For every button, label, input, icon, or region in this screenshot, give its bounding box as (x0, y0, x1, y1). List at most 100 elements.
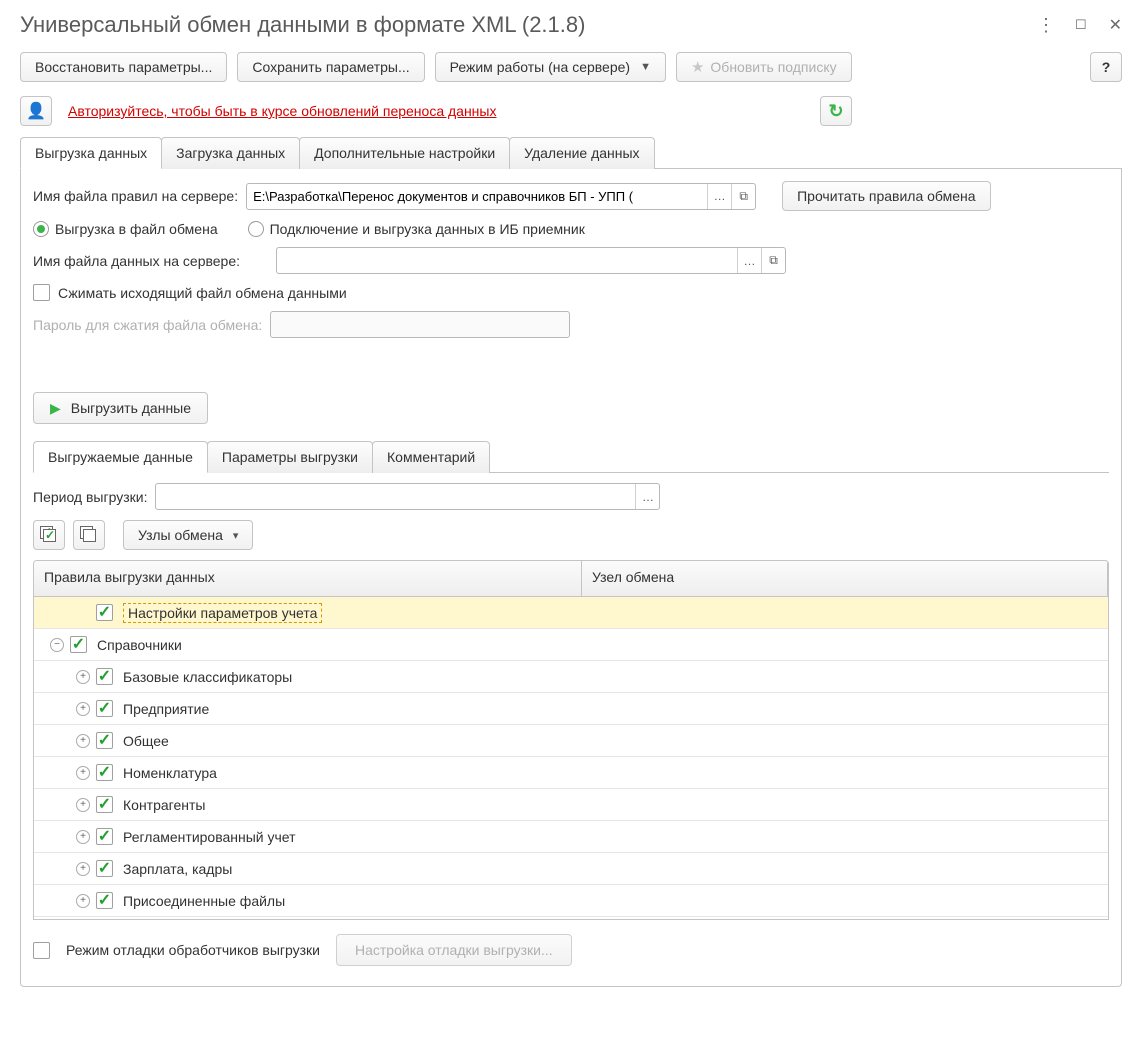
export-data-button[interactable]: ▶ Выгрузить данные (33, 392, 208, 424)
row-checkbox[interactable]: ✓ (96, 732, 113, 749)
col-rules[interactable]: Правила выгрузки данных (34, 561, 582, 596)
chevron-down-icon: ▼ (640, 61, 651, 73)
tab-delete[interactable]: Удаление данных (509, 137, 654, 169)
radio-export-ib-label: Подключение и выгрузка данных в ИБ прием… (270, 221, 585, 237)
sub-tabs: Выгружаемые данныеПараметры выгрузкиКомм… (33, 440, 1109, 473)
row-checkbox[interactable]: ✓ (70, 636, 87, 653)
tab-import[interactable]: Загрузка данных (161, 137, 300, 169)
table-row[interactable]: ✓ Настройки параметров учета (34, 597, 1108, 629)
data-file-input[interactable] (277, 248, 737, 273)
table-row[interactable]: + ✓ Зарплата, кадры (34, 853, 1108, 885)
collapse-icon[interactable]: − (50, 638, 64, 652)
table-row[interactable]: + ✓ Номенклатура (34, 757, 1108, 789)
user-button[interactable]: 👤 (20, 96, 52, 126)
auth-link[interactable]: Авторизуйтесь, чтобы быть в курсе обновл… (68, 103, 496, 119)
ellipsis-icon[interactable]: … (635, 484, 659, 509)
table-row[interactable]: + ✓ Общее (34, 725, 1108, 757)
debug-settings-button: Настройка отладки выгрузки... (336, 934, 572, 966)
ellipsis-icon[interactable]: … (707, 184, 731, 209)
expand-icon[interactable]: + (76, 862, 90, 876)
subtab-comment[interactable]: Комментарий (372, 441, 490, 473)
row-label: Контрагенты (123, 797, 205, 813)
row-label: Общее (123, 733, 169, 749)
expand-icon[interactable]: + (76, 702, 90, 716)
mode-label: Режим работы (на сервере) (450, 59, 630, 75)
table-row[interactable]: + ✓ Контрагенты (34, 789, 1108, 821)
debug-checkbox[interactable] (33, 942, 50, 959)
play-icon: ▶ (50, 400, 61, 417)
exchange-nodes-button[interactable]: Узлы обмена ▾ (123, 520, 253, 550)
expand-icon[interactable]: + (76, 734, 90, 748)
radio-export-ib[interactable]: Подключение и выгрузка данных в ИБ прием… (248, 221, 585, 237)
tab-export[interactable]: Выгрузка данных (20, 137, 162, 169)
row-label: Базовые классификаторы (123, 669, 292, 685)
mode-button[interactable]: Режим работы (на сервере) ▼ (435, 52, 666, 82)
expand-icon[interactable]: + (76, 894, 90, 908)
row-label: Номенклатура (123, 765, 217, 781)
compress-pwd-input (271, 312, 569, 337)
expand-icon[interactable]: + (76, 798, 90, 812)
row-label: Зарплата, кадры (123, 861, 232, 877)
tab-settings[interactable]: Дополнительные настройки (299, 137, 510, 169)
row-checkbox[interactable]: ✓ (96, 828, 113, 845)
table-row[interactable]: −✓ Справочники (34, 629, 1108, 661)
help-button[interactable]: ? (1090, 52, 1122, 82)
row-checkbox[interactable]: ✓ (96, 668, 113, 685)
kebab-icon[interactable]: ⋮ (1037, 15, 1053, 36)
row-checkbox[interactable]: ✓ (96, 892, 113, 909)
row-label: Справочники (97, 637, 182, 653)
subtab-params[interactable]: Параметры выгрузки (207, 441, 373, 473)
refresh-button[interactable]: ↻ (820, 96, 852, 126)
row-checkbox[interactable]: ✓ (96, 700, 113, 717)
table-row[interactable]: + ✓ Регламентированный учет (34, 821, 1108, 853)
period-input[interactable] (156, 484, 635, 509)
subtab-data[interactable]: Выгружаемые данные (33, 441, 208, 473)
row-label: Присоединенные файлы (123, 893, 285, 909)
export-data-label: Выгрузить данные (71, 400, 191, 416)
maximize-icon[interactable]: ☐ (1075, 17, 1087, 33)
row-checkbox[interactable]: ✓ (96, 764, 113, 781)
compress-checkbox[interactable] (33, 284, 50, 301)
open-external-icon[interactable]: ⧉ (761, 248, 785, 273)
refresh-icon: ↻ (828, 101, 843, 122)
compress-label: Сжимать исходящий файл обмена данными (58, 285, 347, 301)
debug-label: Режим отладки обработчиков выгрузки (66, 942, 320, 958)
row-checkbox[interactable]: ✓ (96, 604, 113, 621)
rules-file-input[interactable] (247, 184, 707, 209)
row-checkbox[interactable]: ✓ (96, 860, 113, 877)
user-icon: 👤 (26, 101, 46, 121)
table-row[interactable]: + ✓ Предприятие (34, 693, 1108, 725)
row-label: Регламентированный учет (123, 829, 296, 845)
main-tabs: Выгрузка данныхЗагрузка данныхДополнител… (20, 136, 1122, 169)
radio-export-file-label: Выгрузка в файл обмена (55, 221, 218, 237)
select-all-icon: ✓ ✓ (40, 526, 58, 544)
open-external-icon[interactable]: ⧉ (731, 184, 755, 209)
row-label: Настройки параметров учета (123, 603, 322, 623)
col-node[interactable]: Узел обмена (582, 561, 1108, 596)
rules-file-label: Имя файла правил на сервере: (33, 188, 238, 204)
ellipsis-icon[interactable]: … (737, 248, 761, 273)
select-all-button[interactable]: ✓ ✓ (33, 520, 65, 550)
save-params-button[interactable]: Сохранить параметры... (237, 52, 424, 82)
row-checkbox[interactable]: ✓ (96, 796, 113, 813)
chevron-down-icon: ▾ (233, 529, 239, 542)
expand-icon[interactable]: + (76, 670, 90, 684)
close-icon[interactable]: ✕ (1109, 15, 1122, 35)
restore-params-button[interactable]: Восстановить параметры... (20, 52, 227, 82)
table-row[interactable]: + ✓ Присоединенные файлы (34, 885, 1108, 917)
radio-dot-icon (248, 221, 264, 237)
subscribe-button[interactable]: ★ Обновить подписку (676, 52, 852, 82)
row-label: Предприятие (123, 701, 209, 717)
read-rules-button[interactable]: Прочитать правила обмена (782, 181, 990, 211)
export-rules-grid: Правила выгрузки данных Узел обмена ✓ Нас… (33, 560, 1109, 920)
expand-icon[interactable]: + (76, 830, 90, 844)
table-row[interactable]: + ✓ Базовые классификаторы (34, 661, 1108, 693)
expand-icon[interactable]: + (76, 766, 90, 780)
subscribe-label: Обновить подписку (710, 59, 836, 75)
window-title: Универсальный обмен данными в формате XM… (20, 12, 585, 38)
period-label: Период выгрузки: (33, 489, 147, 505)
radio-export-file[interactable]: Выгрузка в файл обмена (33, 221, 218, 237)
radio-dot-icon (33, 221, 49, 237)
data-file-label: Имя файла данных на сервере: (33, 253, 240, 269)
deselect-all-button[interactable] (73, 520, 105, 550)
